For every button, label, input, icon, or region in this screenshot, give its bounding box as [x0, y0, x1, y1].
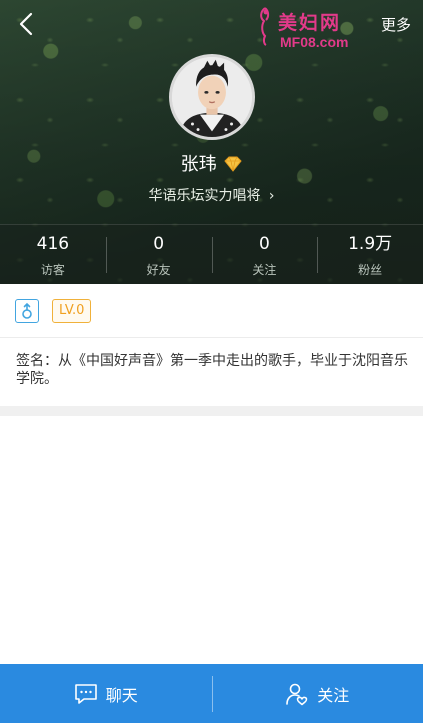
- stat-label: 访客: [40, 263, 65, 277]
- stat-label: 关注: [252, 263, 277, 277]
- profile-header: 美妇网 MF08.com 更多 张玮 华语乐坛实力唱将 › 416 访客 0 好…: [0, 0, 423, 284]
- chat-button-label: 聊天: [105, 685, 138, 705]
- stat-label: 粉丝: [358, 263, 383, 277]
- stat-value: 0: [258, 234, 270, 254]
- chevron-right-icon: ›: [268, 188, 275, 204]
- badges-row: LV.0: [0, 284, 423, 338]
- watermark: 美妇网 MF08.com: [256, 4, 374, 52]
- back-arrow-icon: [19, 12, 33, 36]
- profile-name-row: 张玮: [0, 150, 423, 176]
- avatar[interactable]: [169, 54, 255, 140]
- back-button[interactable]: [14, 10, 42, 38]
- add-user-icon: [286, 683, 308, 705]
- signature-label: 签名：: [16, 353, 58, 369]
- watermark-text: 美妇网: [278, 12, 342, 34]
- watermark-logo-icon: [260, 7, 270, 46]
- chat-button[interactable]: 聊天: [0, 664, 212, 723]
- male-icon: [22, 302, 32, 319]
- avatar-photo: [172, 57, 252, 137]
- stat-fans[interactable]: 1.9万 粉丝: [317, 225, 423, 284]
- more-button[interactable]: 更多: [381, 14, 411, 35]
- stats-bar: 416 访客 0 好友 0 关注 1.9万 粉丝: [0, 224, 423, 284]
- bottom-action-bar: 聊天 关注: [0, 664, 423, 723]
- stat-following[interactable]: 0 关注: [211, 225, 318, 284]
- follow-button[interactable]: 关注: [211, 664, 423, 723]
- stat-value: 1.9万: [348, 234, 393, 254]
- follow-button-label: 关注: [317, 685, 350, 705]
- level-badge: LV.0: [52, 299, 92, 323]
- profile-name: 张玮: [180, 154, 217, 175]
- stat-value: 0: [153, 234, 165, 254]
- signature: 签名：从《中国好声音》第一季中走出的歌手，毕业于沈阳音乐学院。: [16, 352, 411, 388]
- stat-value: 416: [36, 234, 70, 254]
- profile-title-link[interactable]: 华语乐坛实力唱将 ›: [0, 185, 423, 205]
- stat-visitors[interactable]: 416 访客: [0, 225, 106, 284]
- watermark-url: MF08.com: [280, 34, 349, 50]
- profile-title: 华语乐坛实力唱将: [148, 188, 261, 204]
- gender-badge: [15, 299, 39, 323]
- section-divider: [0, 406, 423, 416]
- stat-label: 好友: [146, 263, 171, 277]
- chat-bubble-icon: [74, 683, 97, 704]
- signature-text: 从《中国好声音》第一季中走出的歌手，毕业于沈阳音乐学院。: [16, 353, 408, 387]
- diamond-icon: [224, 156, 243, 172]
- stat-friends[interactable]: 0 好友: [105, 225, 212, 284]
